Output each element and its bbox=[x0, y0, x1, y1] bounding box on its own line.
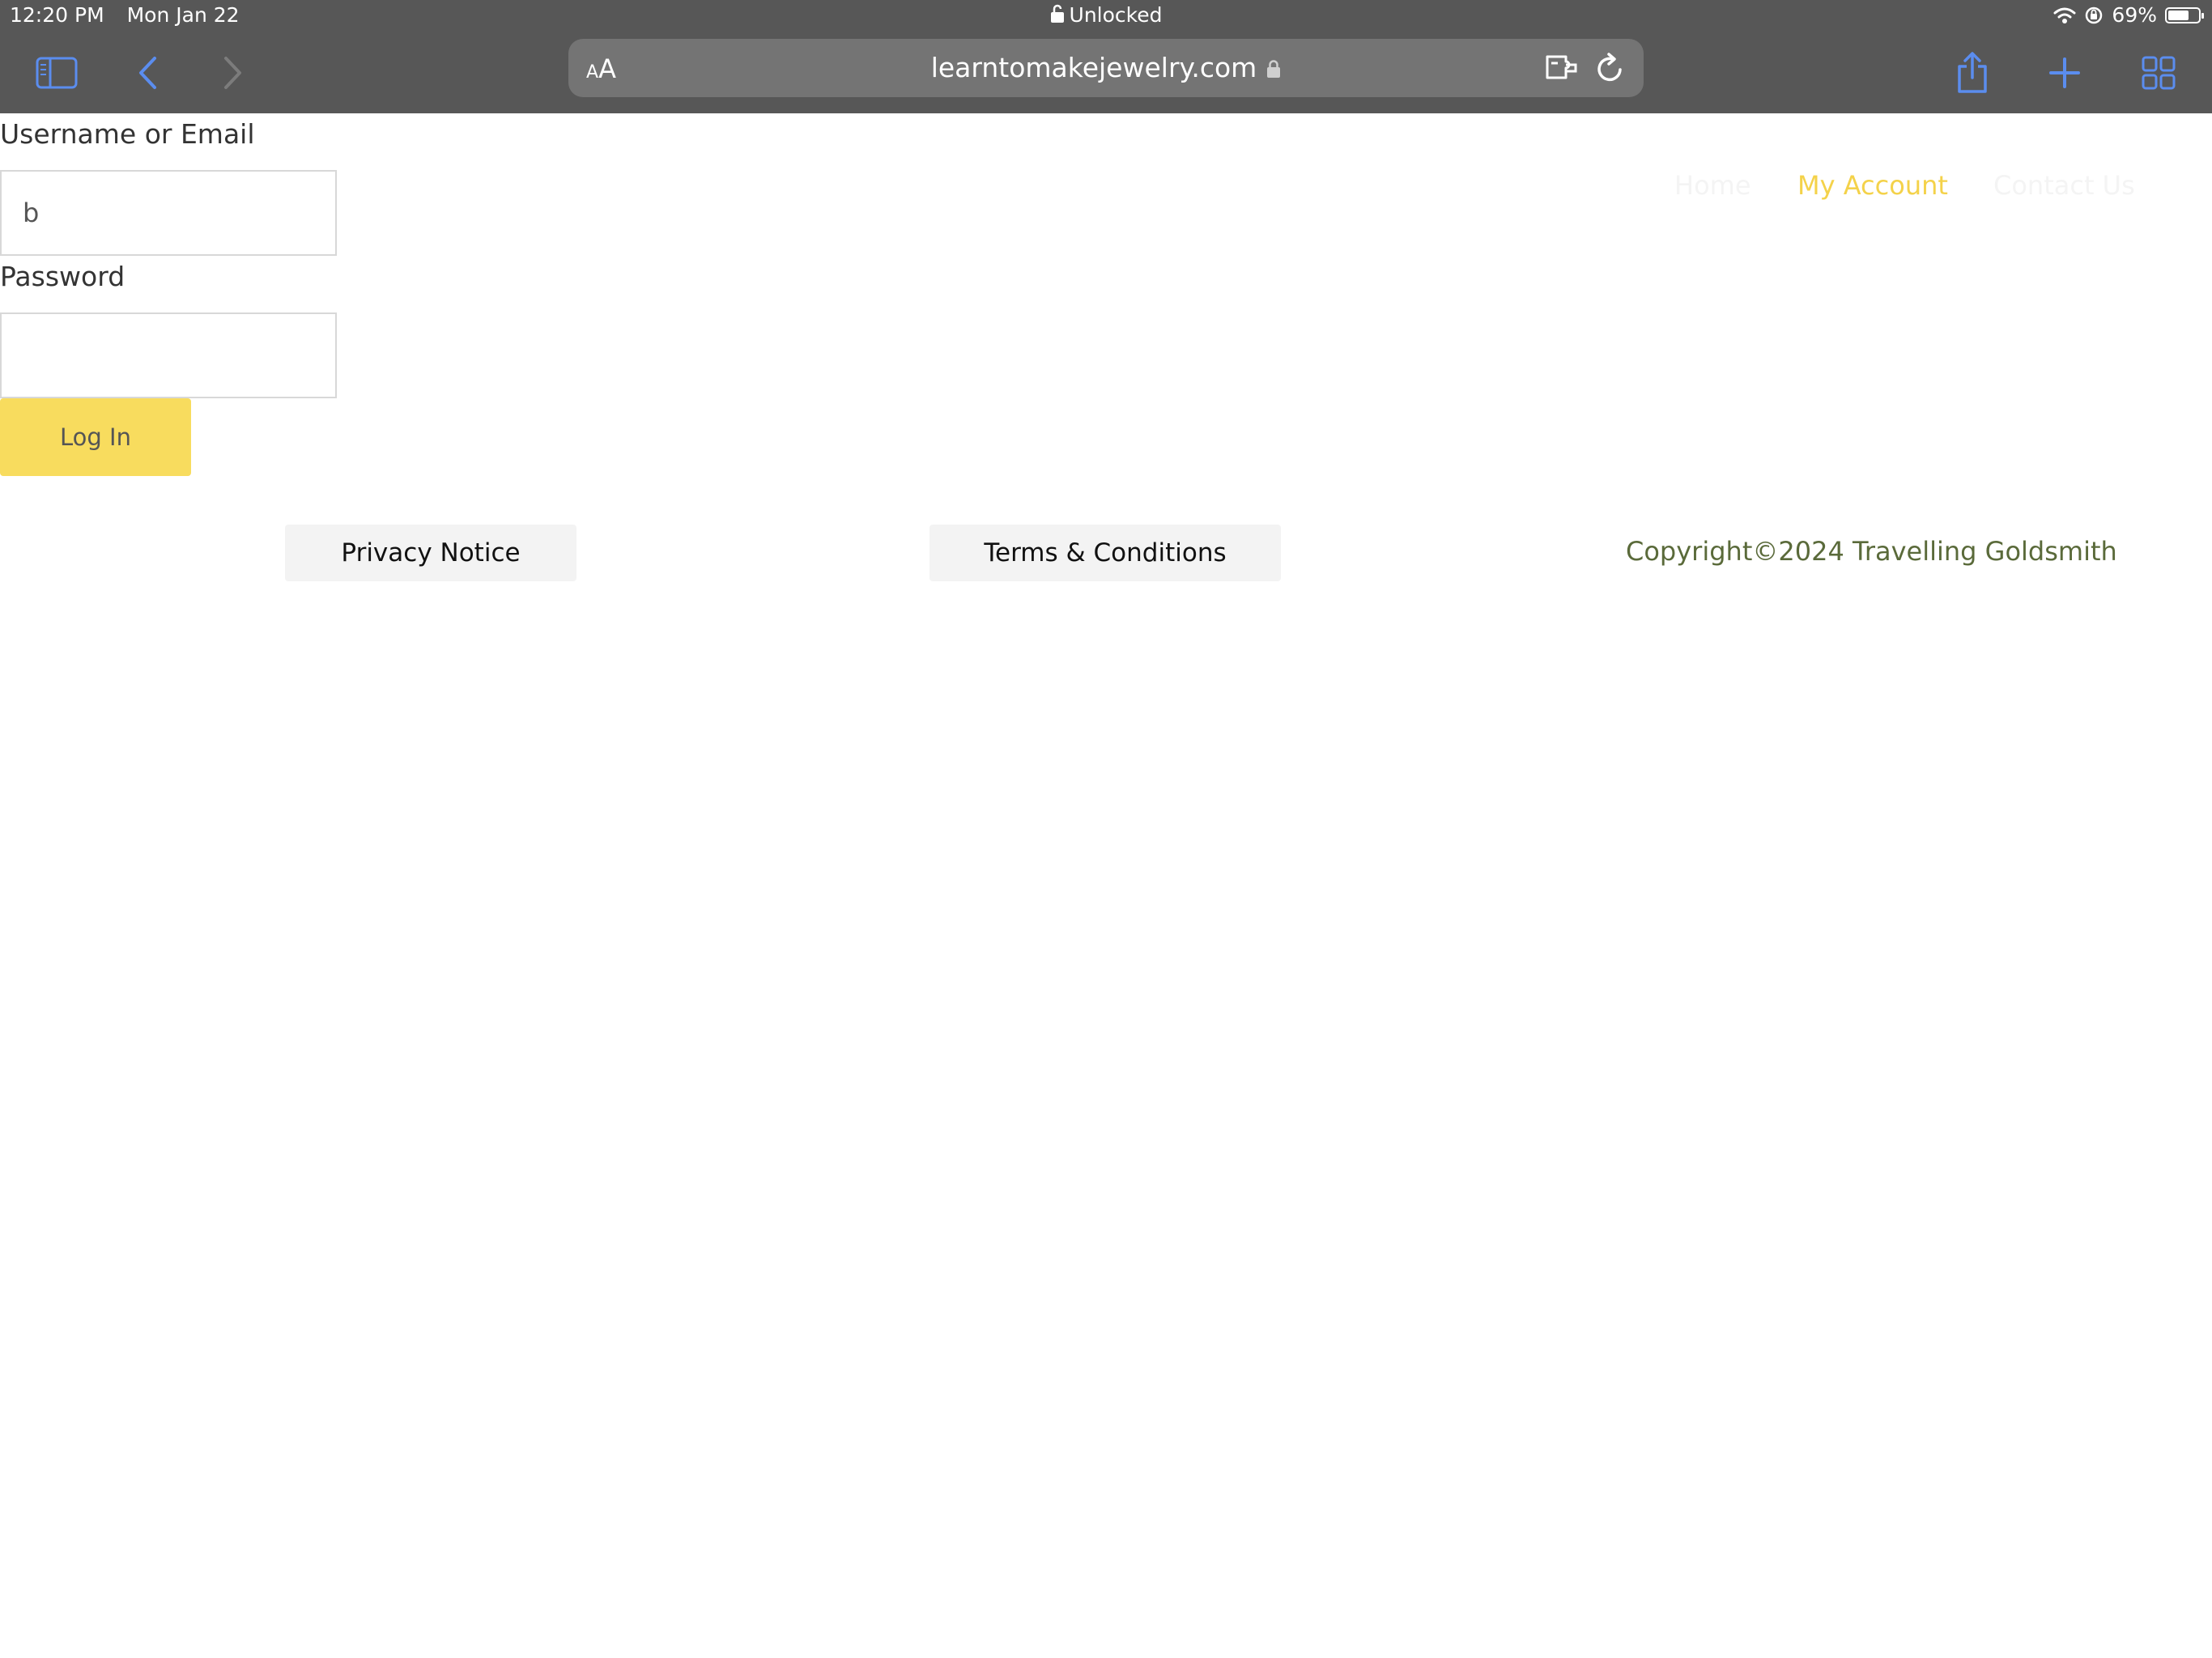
battery-percent: 69% bbox=[2112, 3, 2157, 27]
battery-icon bbox=[2165, 6, 2204, 23]
sidebar-button[interactable] bbox=[32, 49, 81, 97]
back-button[interactable] bbox=[123, 49, 172, 97]
plus-icon bbox=[2049, 57, 2080, 88]
url-text: learntomakejewelry.com bbox=[930, 52, 1257, 83]
password-input[interactable] bbox=[0, 312, 337, 398]
tabs-grid-icon bbox=[2142, 56, 2176, 90]
share-icon bbox=[1958, 52, 1987, 93]
reload-icon bbox=[1597, 53, 1622, 82]
nav-home-link[interactable]: Home bbox=[1674, 170, 1751, 201]
status-bar: 12:20 PM Mon Jan 22 Unlocked 69% bbox=[0, 0, 2212, 32]
address-bar[interactable]: AA learntomakejewelry.com bbox=[568, 39, 1644, 97]
forward-button[interactable] bbox=[209, 49, 257, 97]
orientation-lock-icon bbox=[2086, 6, 2103, 23]
status-bar-right: 69% bbox=[2053, 3, 2204, 27]
unlock-icon bbox=[1050, 4, 1064, 23]
browser-toolbar: AA learntomakejewelry.com bbox=[0, 32, 2212, 113]
privacy-notice-link[interactable]: Privacy Notice bbox=[285, 525, 576, 581]
new-tab-button[interactable] bbox=[2040, 49, 2089, 97]
nav-contact-us-link[interactable]: Contact Us bbox=[1993, 170, 2135, 201]
reload-button[interactable] bbox=[1595, 52, 1626, 87]
sidebar-icon bbox=[36, 57, 78, 89]
lock-icon bbox=[1267, 60, 1281, 78]
username-label: Username or Email bbox=[0, 118, 255, 150]
nav-my-account-link[interactable]: My Account bbox=[1797, 170, 1948, 201]
share-button[interactable] bbox=[1948, 49, 1997, 97]
login-button[interactable]: Log In bbox=[0, 398, 191, 476]
terms-conditions-link[interactable]: Terms & Conditions bbox=[929, 525, 1281, 581]
battery-fill bbox=[2168, 10, 2189, 20]
copyright-text: Copyright©2024 Travelling Goldsmith bbox=[1626, 536, 2117, 567]
extensions-button[interactable] bbox=[1545, 52, 1579, 86]
lock-status: Unlocked bbox=[1069, 3, 1163, 27]
wifi-icon bbox=[2053, 7, 2076, 23]
url-display[interactable]: learntomakejewelry.com bbox=[568, 52, 1644, 83]
username-input[interactable] bbox=[0, 170, 337, 256]
chevron-left-icon bbox=[139, 57, 156, 89]
tab-overview-button[interactable] bbox=[2134, 49, 2183, 97]
password-label: Password bbox=[0, 261, 125, 292]
status-bar-center: Unlocked bbox=[0, 3, 2212, 27]
puzzle-icon bbox=[1546, 55, 1577, 79]
chevron-right-icon bbox=[224, 57, 241, 89]
